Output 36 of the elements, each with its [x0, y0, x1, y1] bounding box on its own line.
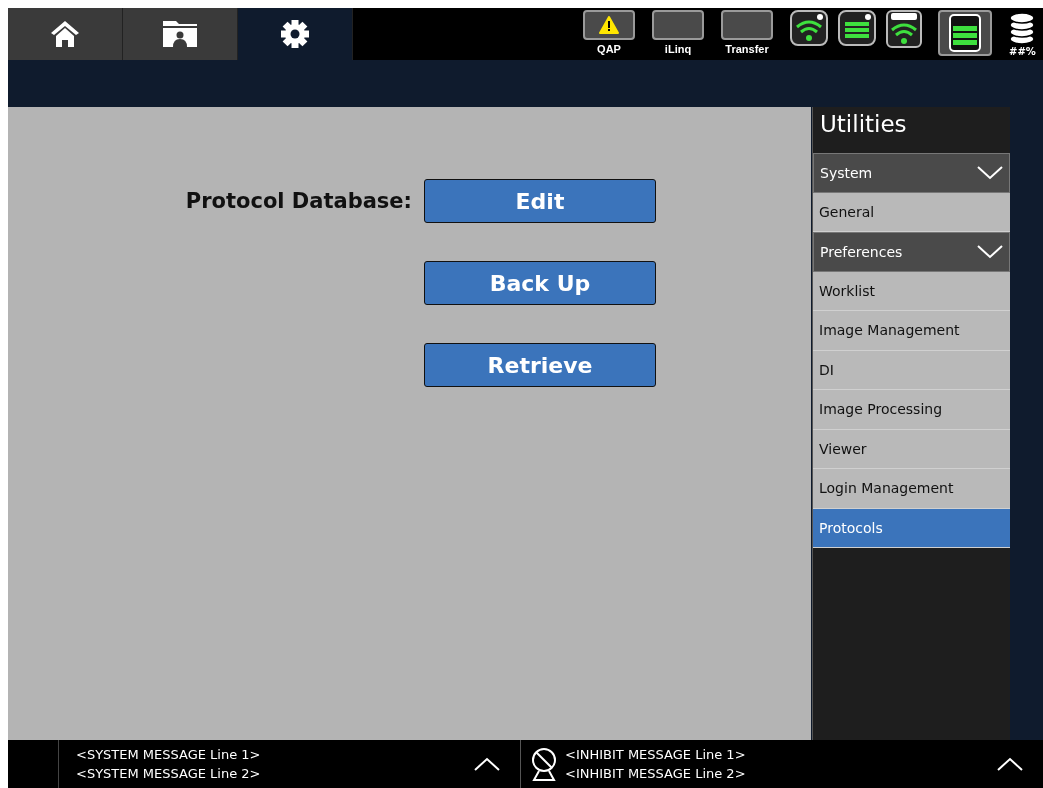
inhibit-icon — [529, 747, 559, 781]
warning-icon — [599, 16, 619, 34]
home-icon — [50, 20, 80, 48]
sidebar-group-header[interactable]: System — [813, 153, 1010, 193]
inhibit-message: <INHIBIT MESSAGE Line 1> — [565, 746, 747, 764]
protocol-database-label: Protocol Database: — [185, 189, 412, 213]
wireless-detector-icon — [886, 10, 922, 48]
sidebar-group-header[interactable]: Preferences — [813, 232, 1010, 272]
patient-folder-tab[interactable] — [123, 8, 238, 60]
storage-percent: ##% — [1009, 46, 1036, 57]
edit-button[interactable]: Edit — [424, 179, 656, 223]
chevron-up-icon — [997, 757, 1023, 771]
sidebar-item[interactable]: DI — [813, 350, 1010, 390]
settings-icon — [280, 19, 310, 49]
chevron-up-icon — [474, 757, 500, 771]
database-icon — [1009, 12, 1036, 46]
battery-detector-icon — [838, 10, 876, 46]
sidebar-item[interactable]: Image Processing — [813, 390, 1010, 430]
sidebar-item[interactable]: Viewer — [813, 429, 1010, 469]
folder-person-icon — [162, 20, 198, 48]
inhibit-message: <INHIBIT MESSAGE Line 2> — [565, 765, 747, 783]
sidebar-item[interactable]: Protocols — [813, 508, 1010, 548]
active-detector-icon[interactable] — [938, 10, 992, 56]
chevron-down-icon — [977, 244, 1003, 259]
wireless-detector-icon — [790, 10, 828, 46]
home-tab[interactable] — [8, 8, 123, 60]
sidebar-item[interactable]: Image Management — [813, 311, 1010, 351]
chevron-down-icon — [977, 165, 1003, 180]
utilities-title: Utilities — [819, 110, 908, 139]
back-up-button[interactable]: Back Up — [424, 261, 656, 305]
sidebar-item[interactable]: Login Management — [813, 469, 1010, 509]
system-message: <SYSTEM MESSAGE Line 1> — [76, 746, 262, 764]
sidebar-item[interactable]: Worklist — [813, 271, 1010, 311]
sidebar-item[interactable]: General — [813, 192, 1010, 232]
retrieve-button[interactable]: Retrieve — [424, 343, 656, 387]
system-message: <SYSTEM MESSAGE Line 2> — [76, 765, 262, 783]
